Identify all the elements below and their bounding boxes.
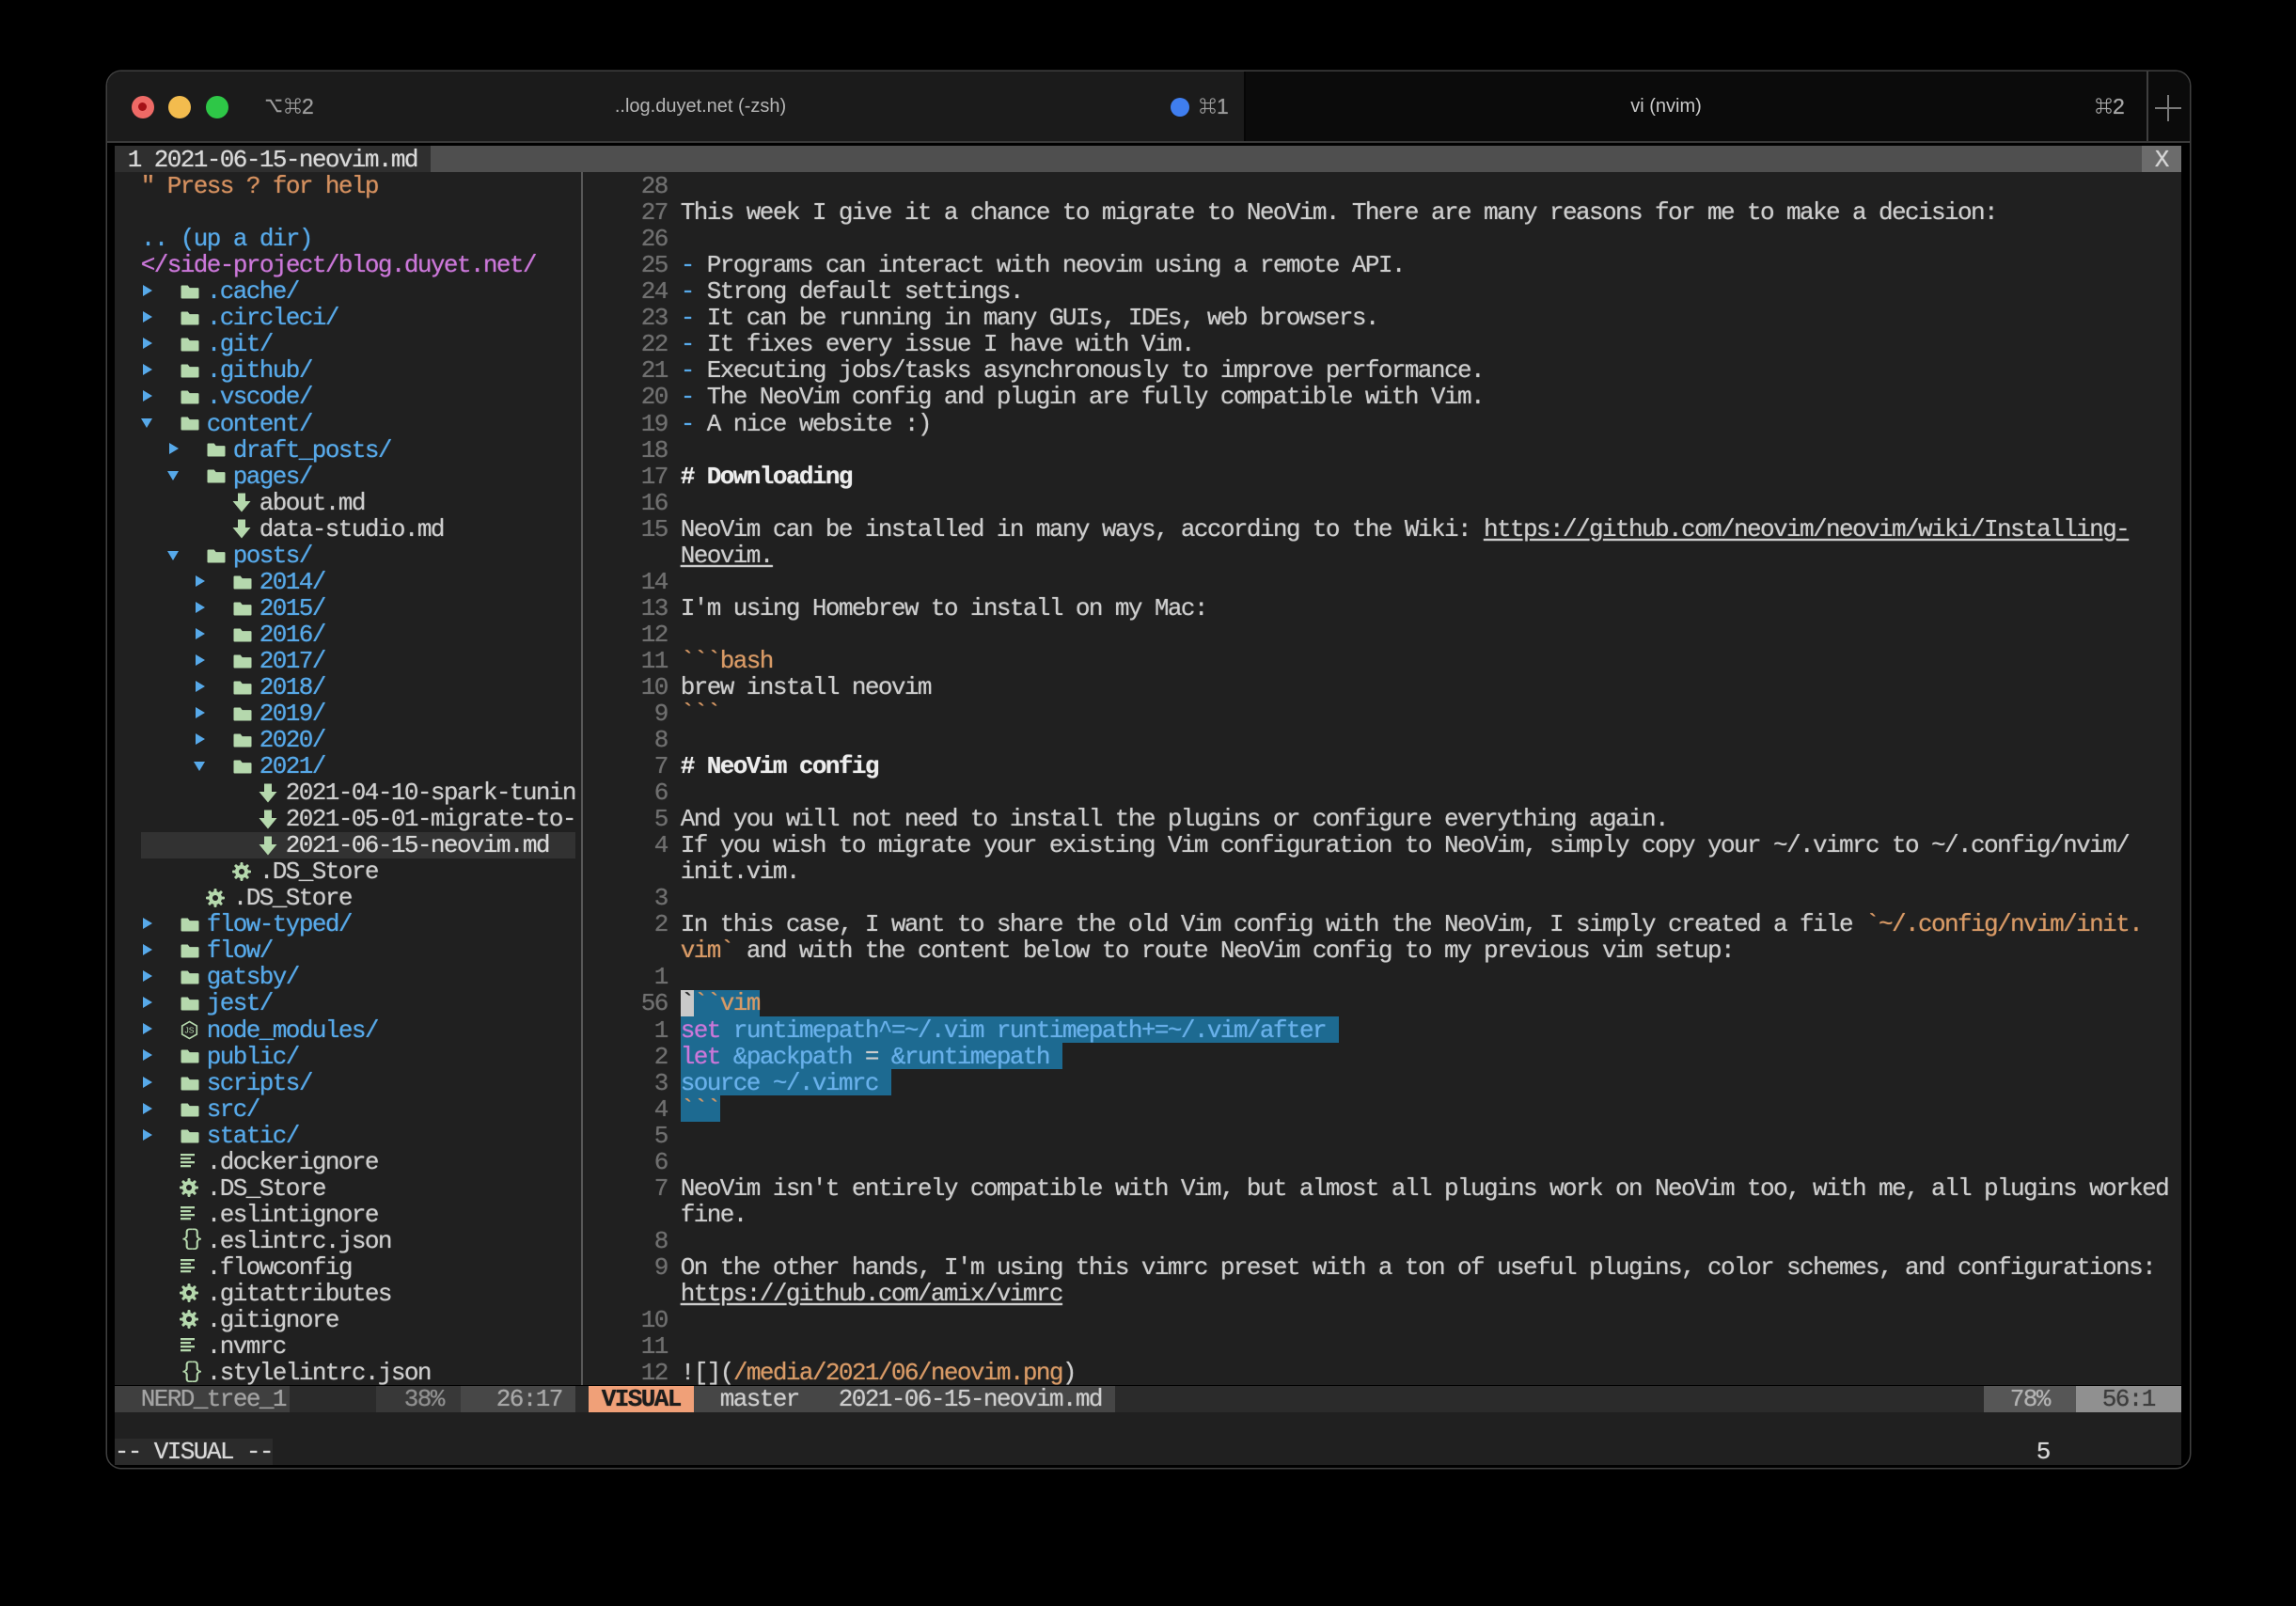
svg-text:JS: JS: [184, 1025, 194, 1034]
